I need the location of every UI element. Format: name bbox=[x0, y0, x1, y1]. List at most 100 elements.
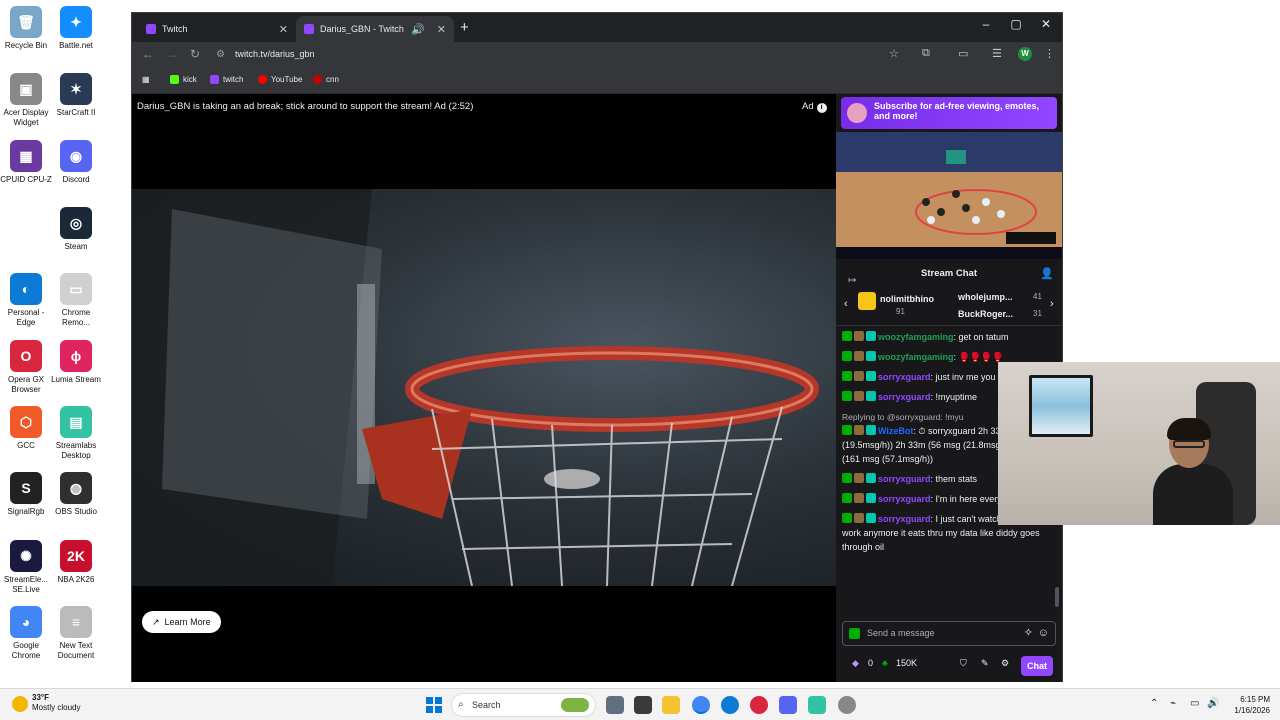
scroll-thumb[interactable] bbox=[1055, 587, 1059, 607]
badge-icon[interactable] bbox=[866, 331, 876, 341]
bits-icon[interactable] bbox=[849, 628, 860, 639]
emote-picker-icon[interactable]: ☺ bbox=[1038, 622, 1049, 645]
volume-icon[interactable]: 🔊 bbox=[1207, 698, 1219, 709]
badge-icon[interactable] bbox=[854, 331, 864, 341]
task-view-icon[interactable] bbox=[606, 696, 624, 714]
desktop-icon[interactable]: ◉ Discord bbox=[50, 140, 102, 185]
desktop-icon[interactable]: ✦ Battle.net bbox=[50, 6, 102, 51]
close-tab-icon[interactable]: ✕ bbox=[279, 23, 288, 36]
streamlabs-icon[interactable] bbox=[808, 696, 826, 714]
chat-username[interactable]: WizeBot bbox=[878, 426, 913, 436]
desktop-icon[interactable]: ▣ Acer Display Widget bbox=[0, 73, 52, 128]
close-window-button[interactable]: ✕ bbox=[1031, 17, 1061, 31]
ad-label[interactable]: Ad i bbox=[802, 101, 827, 113]
profile-avatar[interactable]: W bbox=[1018, 47, 1032, 61]
badge-icon[interactable] bbox=[866, 513, 876, 523]
widgets-icon[interactable] bbox=[634, 696, 652, 714]
chevron-up-icon[interactable]: ⌃ bbox=[1150, 698, 1158, 709]
badge-icon[interactable] bbox=[854, 513, 864, 523]
picture-in-picture-stream[interactable] bbox=[836, 132, 1062, 259]
chat-username[interactable]: woozyfamgaming bbox=[878, 352, 954, 362]
file-explorer-icon[interactable] bbox=[662, 696, 680, 714]
bookmark-kick[interactable]: kick bbox=[170, 75, 197, 84]
chat-username[interactable]: sorryxguard bbox=[878, 494, 931, 504]
desktop-icon[interactable]: ▤ Streamlabs Desktop bbox=[50, 406, 102, 461]
apps-icon[interactable]: ▦ bbox=[142, 75, 150, 84]
bookmark-twitch[interactable]: twitch bbox=[210, 75, 243, 84]
chat-username[interactable]: sorryxguard bbox=[878, 474, 931, 484]
close-tab-icon[interactable]: ✕ bbox=[437, 23, 446, 36]
badge-icon[interactable] bbox=[842, 371, 852, 381]
new-tab-button[interactable]: + bbox=[460, 19, 469, 36]
menu-icon[interactable]: ⋮ bbox=[1044, 47, 1055, 60]
windows-start-icon[interactable] bbox=[426, 697, 442, 713]
community-icon[interactable]: 👤 bbox=[1040, 267, 1054, 280]
minimize-button[interactable]: – bbox=[971, 17, 1001, 31]
badge-icon[interactable] bbox=[842, 331, 852, 341]
discord-icon[interactable] bbox=[779, 696, 797, 714]
desktop-icon[interactable]: ◕ Google Chrome bbox=[0, 606, 52, 661]
shield-icon[interactable]: ⛉ bbox=[960, 658, 967, 669]
chat-username[interactable]: sorryxguard bbox=[878, 514, 931, 524]
speaker-icon[interactable]: 🔊 bbox=[411, 23, 425, 36]
celebrate-icon[interactable]: ✧ bbox=[1024, 622, 1033, 645]
badge-icon[interactable] bbox=[842, 513, 852, 523]
address-bar[interactable]: twitch.tv/darius_gbn bbox=[235, 49, 315, 59]
badge-icon[interactable] bbox=[866, 473, 876, 483]
desktop-icon[interactable]: ⬡ GCC bbox=[0, 406, 52, 451]
badge-icon[interactable] bbox=[854, 493, 864, 503]
clock[interactable]: 6:15 PM 1/16/2026 bbox=[1226, 694, 1270, 716]
badge-icon[interactable] bbox=[854, 371, 864, 381]
chevron-right-icon[interactable]: › bbox=[1050, 298, 1054, 310]
bookmark-star-icon[interactable]: ☆ bbox=[889, 47, 899, 60]
desktop-icon[interactable]: ◍ OBS Studio bbox=[50, 472, 102, 517]
badge-icon[interactable] bbox=[854, 473, 864, 483]
chat-username[interactable]: woozyfamgaming bbox=[878, 332, 954, 342]
badge-icon[interactable] bbox=[866, 493, 876, 503]
learn-more-button[interactable]: ↗ Learn More bbox=[142, 611, 221, 633]
subscribe-banner[interactable]: Subscribe for ad-free viewing, emotes, a… bbox=[841, 97, 1057, 129]
forward-icon[interactable]: → bbox=[166, 47, 178, 61]
chat-username[interactable]: sorryxguard bbox=[878, 372, 931, 382]
badge-icon[interactable] bbox=[842, 473, 852, 483]
tab-twitch[interactable]: Twitch ✕ bbox=[138, 16, 296, 42]
chrome-icon[interactable] bbox=[692, 696, 710, 714]
chevron-left-icon[interactable]: ‹ bbox=[844, 298, 848, 310]
site-info-icon[interactable]: ⚙ bbox=[216, 49, 225, 60]
edge-icon[interactable] bbox=[721, 696, 739, 714]
desktop-icon[interactable]: ✺ StreamEle... SE.Live bbox=[0, 540, 52, 595]
desktop-icon[interactable]: S SignalRgb bbox=[0, 472, 52, 517]
ad-video[interactable] bbox=[132, 189, 836, 586]
gear-icon[interactable]: ⚙ bbox=[1001, 658, 1009, 669]
badge-icon[interactable] bbox=[842, 493, 852, 503]
chat-input[interactable]: Send a message ✧ ☺ bbox=[842, 621, 1056, 646]
diamond-icon[interactable]: ◆ bbox=[852, 658, 859, 669]
display-icon[interactable]: ▭ bbox=[1190, 698, 1199, 709]
channel-points-count[interactable]: 150K bbox=[896, 658, 917, 668]
desktop-icon[interactable]: ≡ New Text Document bbox=[50, 606, 102, 661]
video-player[interactable]: Darius_GBN is taking an ad break; stick … bbox=[132, 94, 836, 682]
chat-send-button[interactable]: Chat bbox=[1021, 656, 1053, 676]
desktop-icon[interactable]: ϕ Lumia Stream bbox=[50, 340, 102, 385]
badge-icon[interactable] bbox=[866, 425, 876, 435]
back-icon[interactable]: ← bbox=[142, 47, 154, 61]
desktop-icon[interactable]: ◐ Personal - Edge bbox=[0, 273, 52, 328]
badge-icon[interactable] bbox=[866, 371, 876, 381]
badge-icon[interactable] bbox=[866, 391, 876, 401]
info-icon[interactable]: i bbox=[816, 103, 827, 113]
desktop-icon[interactable]: ▦ CPUID CPU-Z bbox=[0, 140, 52, 185]
desktop-icon[interactable]: ◎ Steam bbox=[50, 207, 102, 252]
tab-search-icon[interactable]: ☰ bbox=[992, 47, 1002, 60]
reload-icon[interactable]: ↻ bbox=[190, 47, 200, 61]
pen-icon[interactable]: ✎ bbox=[981, 658, 989, 669]
badge-icon[interactable] bbox=[842, 351, 852, 361]
extensions-icon[interactable]: ⧉ bbox=[922, 47, 930, 60]
tab-darius-gbn[interactable]: Darius_GBN - Twitch 🔊 ✕ bbox=[296, 16, 454, 42]
channel-points-icon[interactable]: ♣ bbox=[882, 658, 888, 668]
desktop-icon[interactable]: 🗑 Recycle Bin bbox=[0, 6, 52, 51]
bookmark-cnn[interactable]: cnn bbox=[313, 75, 339, 84]
desktop-icon[interactable]: O Opera GX Browser bbox=[0, 340, 52, 395]
badge-icon[interactable] bbox=[842, 425, 852, 435]
desktop-icon[interactable]: ✶ StarCraft II bbox=[50, 73, 102, 118]
bookmark-youtube[interactable]: YouTube bbox=[258, 75, 302, 84]
